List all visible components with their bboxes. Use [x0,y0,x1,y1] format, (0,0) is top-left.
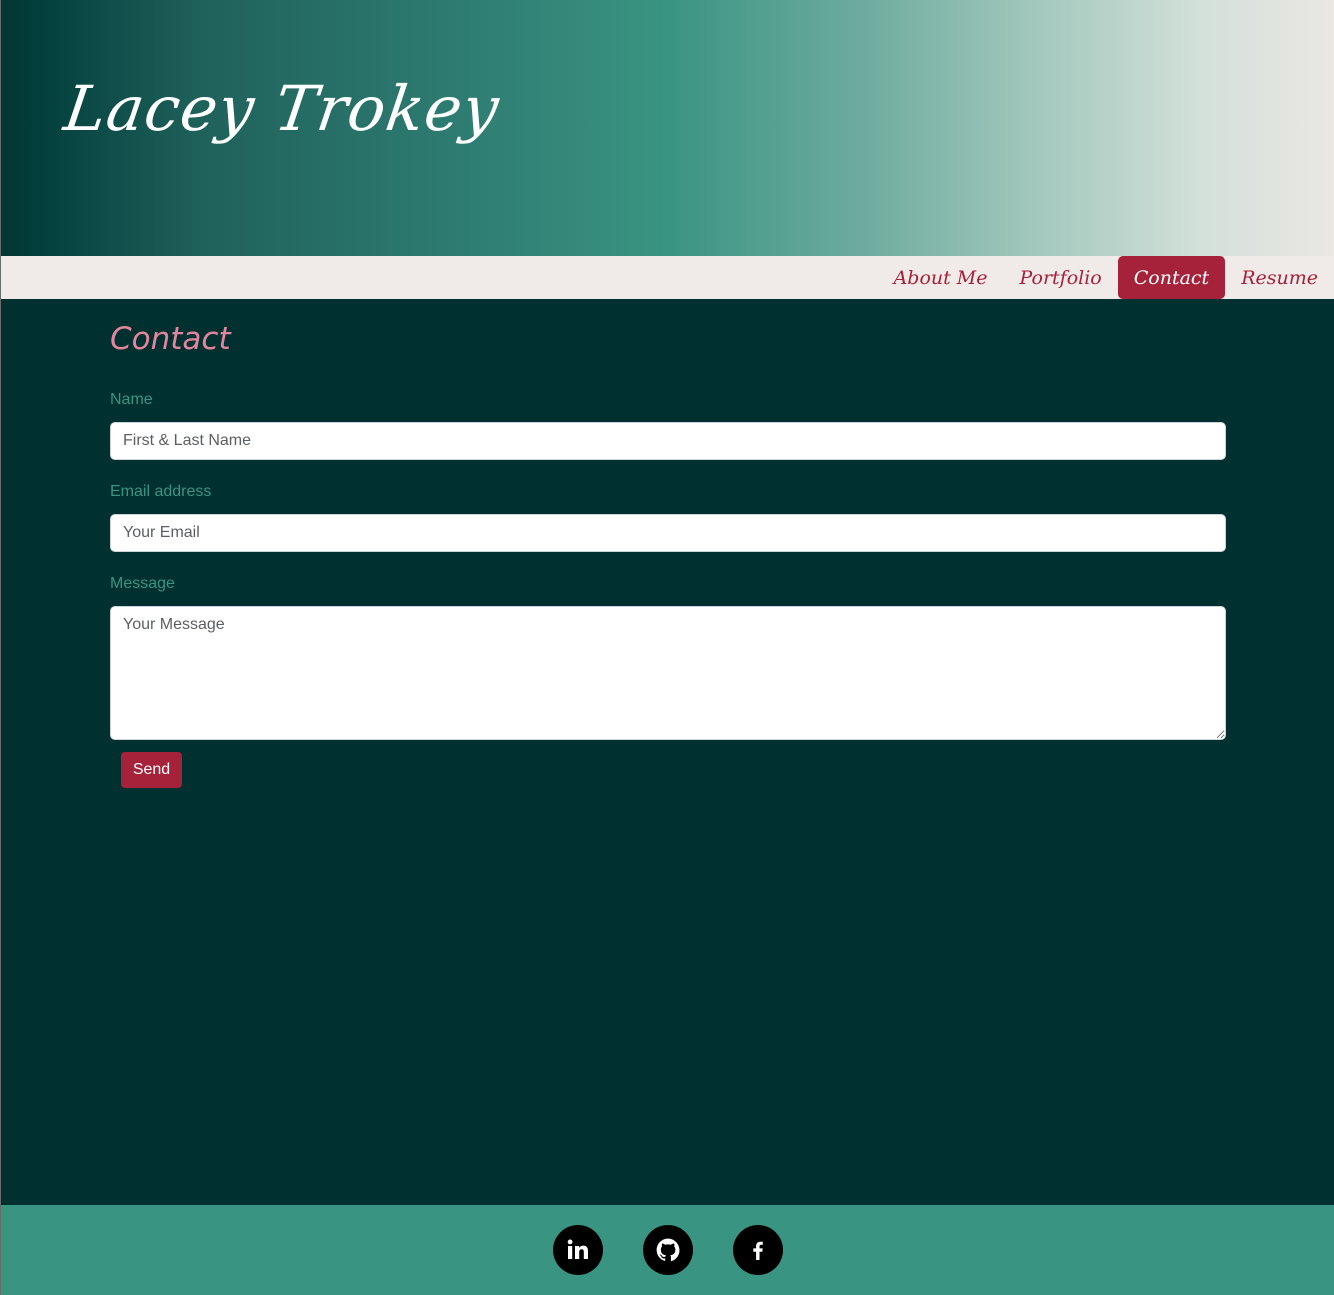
nav-item-about-me[interactable]: About Me [878,256,1004,299]
social-links [553,1225,783,1275]
email-label: Email address [110,483,212,500]
github-icon [655,1237,681,1263]
name-input[interactable] [110,422,1226,460]
footer [1,1205,1334,1295]
site-title: Lacey Trokey [59,72,505,145]
facebook-link[interactable] [733,1225,783,1275]
nav-item-contact[interactable]: Contact [1117,256,1226,299]
nav-item-resume[interactable]: Resume [1225,256,1334,299]
linkedin-link[interactable] [553,1225,603,1275]
name-label: Name [110,391,153,408]
navbar: About Me Portfolio Contact Resume [1,256,1334,299]
message-label: Message [110,575,175,592]
linkedin-icon [566,1238,590,1262]
message-textarea[interactable] [110,606,1226,740]
nav-item-portfolio[interactable]: Portfolio [1004,256,1118,299]
facebook-icon [746,1238,770,1262]
send-button[interactable]: Send [121,752,182,788]
email-input[interactable] [110,514,1226,552]
github-link[interactable] [643,1225,693,1275]
nav-list: About Me Portfolio Contact Resume [878,256,1334,299]
hero-banner: Lacey Trokey [1,0,1334,256]
page-title: Contact [110,321,231,357]
